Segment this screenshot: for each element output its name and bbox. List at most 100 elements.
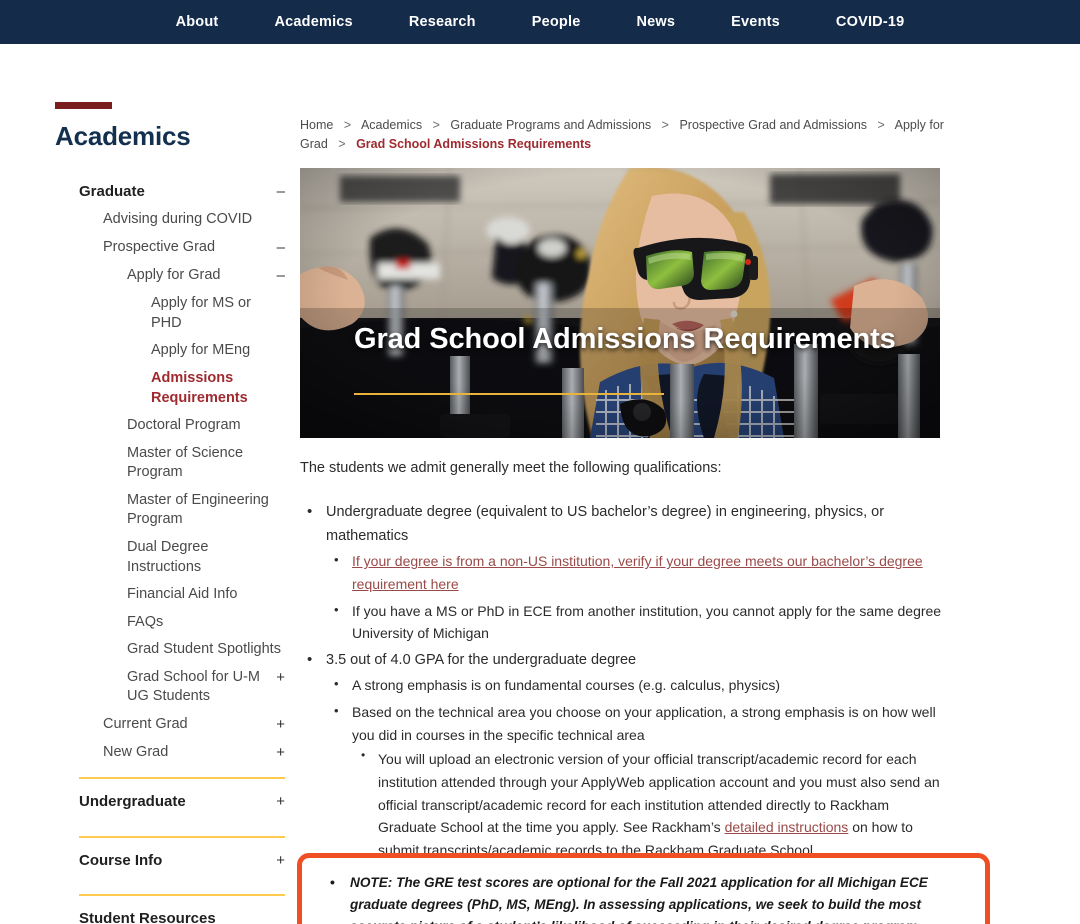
list-item-existing-ms-phd: If you have a MS or PhD in ECE from anot… — [326, 599, 948, 645]
sidebar-item-label: Prospective Grad — [103, 238, 216, 255]
sidebar-item-label: Grad School for U-M UG Students — [127, 668, 260, 705]
bullet-text: If you have a MS or PhD in ECE from anot… — [352, 602, 942, 642]
note-list: NOTE: The GRE test scores are optional f… — [320, 871, 967, 924]
sidebar-item-apply-for-meng[interactable]: Apply for MEng — [55, 337, 285, 365]
hero-underline-rule — [354, 392, 664, 395]
intro-paragraph: The students we admit generally meet the… — [300, 459, 722, 476]
list-item-technical-area: Based on the technical area you choose o… — [326, 700, 948, 862]
nav-item-news[interactable]: News — [608, 0, 703, 44]
sidebar-item-label: Graduate — [79, 183, 145, 200]
list-item-transcript-upload: You will upload an electronic version of… — [352, 746, 948, 861]
sidebar-item-financial-aid-info[interactable]: Financial Aid Info — [55, 581, 285, 609]
sidebar-item-apply-for-ms-or-phd[interactable]: Apply for MS or PHD — [55, 290, 285, 337]
breadcrumb-separator-icon: > — [661, 118, 669, 132]
nav-item-people[interactable]: People — [504, 0, 609, 44]
title-accent-bar — [55, 102, 112, 109]
expand-plus-icon[interactable]: + — [268, 715, 285, 735]
breadcrumb-item-academics[interactable]: Academics — [361, 118, 422, 132]
bullet-text: 3.5 out of 4.0 GPA for the undergraduate… — [326, 651, 637, 668]
sidebar-item-label: Current Grad — [103, 715, 188, 732]
sidebar-item-grad-school-for-um-ug-students[interactable]: Grad School for U-M UG Students + — [55, 664, 285, 711]
nav-item-events[interactable]: Events — [703, 0, 808, 44]
main-content: Home > Academics > Graduate Programs and… — [297, 58, 1080, 924]
hero-title: Grad School Admissions Requirements — [354, 322, 896, 355]
bullet-text: Based on the technical area you choose o… — [352, 704, 936, 743]
list-item-gpa: 3.5 out of 4.0 GPA for the undergraduate… — [300, 648, 948, 862]
breadcrumb: Home > Academics > Graduate Programs and… — [300, 116, 948, 154]
article-body: The students we admit generally meet the… — [300, 458, 948, 914]
sidebar-item-label: Master of Engineering Program — [127, 491, 269, 528]
breadcrumb-item-graduate-programs[interactable]: Graduate Programs and Admissions — [450, 118, 651, 132]
sidebar-item-prospective-grad[interactable]: Prospective Grad – — [55, 234, 285, 262]
sidebar-item-label: Master of Science Program — [127, 444, 244, 481]
sidebar-item-label: Financial Aid Info — [127, 586, 238, 603]
sidebar-item-advising-during-covid[interactable]: Advising during COVID — [55, 206, 285, 234]
detailed-instructions-link[interactable]: detailed instructions — [725, 819, 849, 835]
sidebar-item-grad-student-spotlights[interactable]: Grad Student Spotlights — [55, 636, 285, 664]
hero-banner: Grad School Admissions Requirements — [300, 167, 940, 438]
sidebar-item-label: Doctoral Program — [127, 417, 241, 434]
bachelors-requirement-link[interactable]: If your degree is from a non-US institut… — [352, 553, 923, 592]
sidebar-section-undergraduate[interactable]: Undergraduate + — [79, 779, 285, 825]
breadcrumb-separator-icon: > — [877, 118, 885, 132]
sidebar-section-label: Course Info — [79, 851, 163, 869]
sidebar-section-label: Student Resources — [79, 909, 216, 924]
sublist: If your degree is from a non-US institut… — [326, 549, 948, 645]
top-navigation-bar: About Academics Research People News Eve… — [0, 0, 1080, 44]
page-body: Academics Graduate – Advising during COV… — [0, 44, 1080, 924]
sidebar-item-dual-degree-instructions[interactable]: Dual Degree Instructions — [55, 534, 285, 581]
sidebar-item-doctoral-program[interactable]: Doctoral Program — [55, 412, 285, 440]
sidebar-item-label: Apply for MS or PHD — [151, 295, 251, 331]
sidebar-item-master-of-engineering-program[interactable]: Master of Engineering Program — [55, 487, 285, 534]
sidebar-item-new-grad[interactable]: New Grad + — [55, 739, 285, 767]
note-text: NOTE: The GRE test scores are optional f… — [320, 871, 967, 924]
bullet-text: A strong emphasis is on fundamental cour… — [352, 677, 780, 694]
expand-plus-icon[interactable]: + — [268, 743, 285, 763]
sidebar-item-apply-for-grad[interactable]: Apply for Grad – — [55, 262, 285, 290]
sidebar-item-label: Apply for Grad — [127, 267, 221, 284]
sidebar-item-admissions-requirements[interactable]: Admissions Requirements — [55, 365, 285, 412]
sublist: A strong emphasis is on fundamental cour… — [326, 673, 948, 862]
gre-optional-note-highlight: NOTE: The GRE test scores are optional f… — [297, 853, 990, 924]
breadcrumb-item-prospective-grad[interactable]: Prospective Grad and Admissions — [679, 118, 867, 132]
sidebar-section-student-resources[interactable]: Student Resources — [79, 896, 285, 924]
list-item-non-us-institution: If your degree is from a non-US institut… — [326, 549, 948, 595]
nav-item-research[interactable]: Research — [381, 0, 504, 44]
sidebar-title: Academics — [55, 121, 191, 151]
collapse-minus-icon[interactable]: – — [269, 266, 285, 286]
breadcrumb-separator-icon: > — [432, 118, 440, 132]
sidebar-item-label: Apply for MEng — [151, 342, 251, 359]
sidebar-section-label: Undergraduate — [79, 793, 186, 811]
sidebar-item-graduate[interactable]: Graduate – — [55, 178, 285, 206]
breadcrumb-item-home[interactable]: Home — [300, 118, 333, 132]
expand-plus-icon[interactable]: + — [268, 668, 285, 688]
sidebar: Academics Graduate – Advising during COV… — [0, 58, 300, 924]
sidebar-item-master-of-science-program[interactable]: Master of Science Program — [55, 440, 285, 487]
nav-item-academics[interactable]: Academics — [246, 0, 380, 44]
sidebar-item-label: Grad Student Spotlights — [127, 641, 281, 658]
list-item-undergraduate-degree: Undergraduate degree (equivalent to US b… — [300, 500, 948, 645]
nav-item-about[interactable]: About — [148, 0, 247, 44]
sidebar-section-course-info[interactable]: Course Info + — [79, 838, 285, 884]
sidebar-item-faqs[interactable]: FAQs — [55, 609, 285, 637]
breadcrumb-separator-icon: > — [343, 118, 352, 132]
sidebar-item-current-grad[interactable]: Current Grad + — [55, 711, 285, 739]
sidebar-item-label: FAQs — [127, 613, 164, 630]
sidebar-item-label: New Grad — [103, 744, 169, 761]
sidebar-item-label: Advising during COVID — [103, 211, 253, 228]
sidebar-nav-tree: Graduate – Advising during COVID Prospec… — [55, 178, 285, 767]
breadcrumb-current-page: Grad School Admissions Requirements — [356, 136, 592, 151]
sidebar-sections: Undergraduate + Course Info + Student Re… — [55, 777, 285, 924]
sublist: You will upload an electronic version of… — [352, 746, 948, 861]
breadcrumb-separator-icon: > — [338, 136, 346, 151]
collapse-minus-icon[interactable]: – — [269, 238, 285, 258]
hero-photo-laser-lab — [300, 167, 940, 438]
bullet-text: Undergraduate degree (equivalent to US b… — [326, 504, 885, 544]
collapse-minus-icon[interactable]: – — [269, 182, 285, 202]
nav-item-covid19[interactable]: COVID-19 — [808, 0, 932, 44]
list-item-fundamental-courses: A strong emphasis is on fundamental cour… — [326, 673, 948, 697]
sidebar-item-label: Admissions Requirements — [151, 370, 248, 406]
expand-plus-icon[interactable]: + — [268, 792, 285, 812]
expand-plus-icon[interactable]: + — [268, 851, 285, 871]
sidebar-item-label: Dual Degree Instructions — [127, 538, 209, 575]
